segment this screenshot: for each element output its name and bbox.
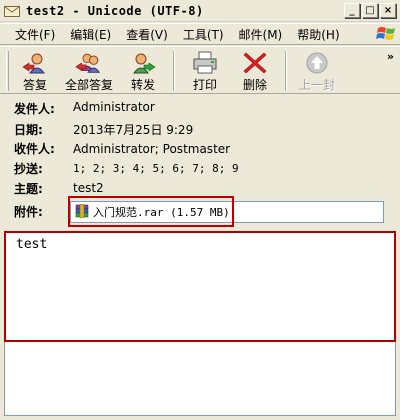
menu-bar: 文件(F) 编辑(E) 查看(V) 工具(T) 邮件(M) 帮助(H)	[0, 23, 400, 45]
print-button[interactable]: 打印	[185, 47, 225, 93]
printer-icon	[191, 51, 219, 75]
cc-label: 抄送:	[14, 162, 43, 176]
menu-edit[interactable]: 编辑(E)	[63, 24, 118, 45]
close-icon: ×	[383, 4, 393, 16]
windows-logo-icon	[376, 24, 398, 44]
reply-label: 答复	[22, 78, 47, 92]
forward-icon	[129, 51, 157, 75]
toolbar: 答复 全部答复 转发 打印 删除 上一封	[0, 46, 400, 94]
message-body-lower	[4, 342, 396, 416]
mail-envelope-icon	[4, 4, 20, 18]
reply-all-icon	[75, 51, 103, 75]
title-bar: test2 - Unicode (UTF-8) _ □ ×	[0, 0, 400, 22]
arrow-up-icon	[303, 51, 331, 75]
subject-label: 主题:	[14, 182, 43, 196]
from-value: Administrator	[73, 100, 155, 114]
maximize-button[interactable]: □	[362, 3, 378, 18]
previous-button[interactable]: 上一封	[297, 47, 337, 93]
attachment-label: 附件:	[14, 205, 43, 219]
attachment-highlight-box	[68, 196, 234, 227]
toolbar-grip[interactable]	[6, 51, 9, 91]
toolbar-overflow-button[interactable]: »	[387, 50, 394, 63]
reply-icon	[21, 51, 49, 75]
minimize-icon: _	[349, 4, 355, 16]
delete-label: 删除	[243, 78, 268, 92]
reply-all-label: 全部答复	[65, 78, 114, 92]
message-body[interactable]: test	[4, 231, 396, 342]
window-title: test2 - Unicode (UTF-8)	[26, 3, 204, 18]
forward-label: 转发	[131, 78, 156, 92]
previous-label: 上一封	[299, 78, 336, 92]
delete-x-icon	[241, 51, 269, 75]
close-button[interactable]: ×	[380, 3, 396, 18]
toolbar-separator	[173, 51, 176, 91]
to-label: 收件人:	[14, 142, 55, 156]
message-body-text: test	[16, 237, 48, 252]
reply-button[interactable]: 答复	[15, 47, 55, 93]
cc-value: 1; 2; 3; 4; 5; 6; 7; 8; 9	[73, 162, 239, 175]
menu-view[interactable]: 查看(V)	[119, 24, 175, 45]
to-value: Administrator; Postmaster	[73, 142, 231, 156]
date-value: 2013年7月25日 9:29	[73, 123, 194, 137]
menu-mail[interactable]: 邮件(M)	[232, 24, 290, 45]
reply-all-button[interactable]: 全部答复	[65, 47, 113, 93]
from-label: 发件人:	[14, 102, 55, 116]
date-label: 日期:	[14, 123, 43, 137]
delete-button[interactable]: 删除	[235, 47, 275, 93]
maximize-icon: □	[365, 4, 375, 16]
minimize-button[interactable]: _	[344, 3, 360, 18]
menu-help[interactable]: 帮助(H)	[290, 24, 346, 45]
menu-file[interactable]: 文件(F)	[8, 24, 62, 45]
subject-value: test2	[73, 181, 104, 195]
print-label: 打印	[193, 78, 218, 92]
menu-tools[interactable]: 工具(T)	[176, 24, 231, 45]
toolbar-separator	[285, 51, 288, 91]
forward-button[interactable]: 转发	[123, 47, 163, 93]
